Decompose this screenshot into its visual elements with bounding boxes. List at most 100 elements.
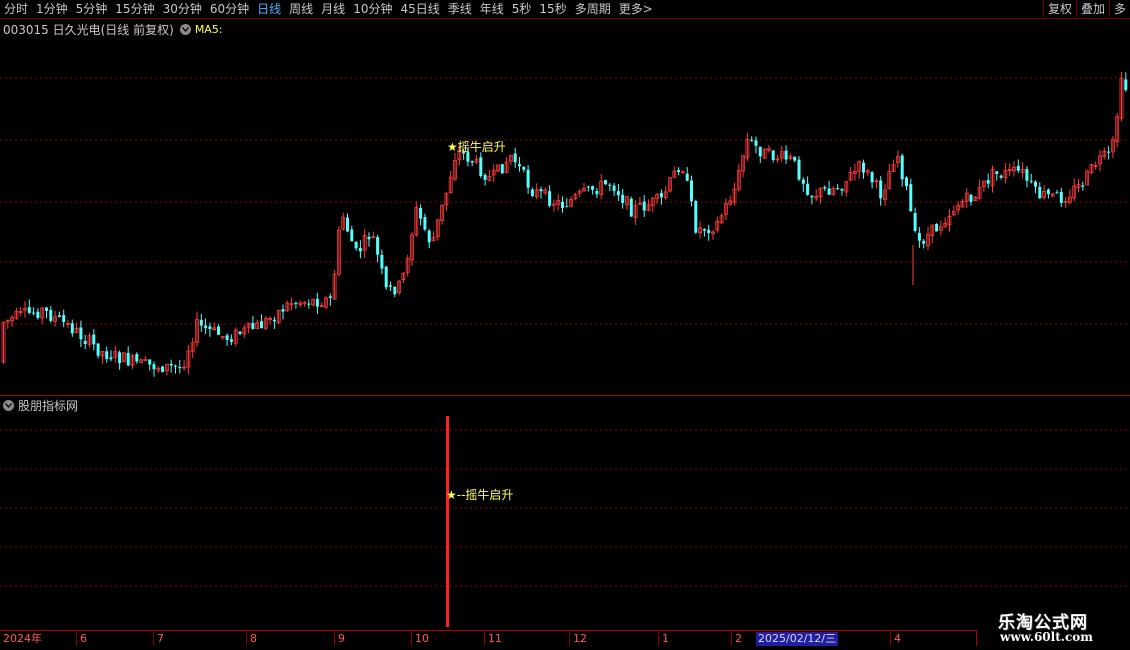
period-tab[interactable]: 多周期	[571, 0, 615, 19]
candle-body	[427, 230, 431, 243]
candle-body	[294, 302, 298, 304]
period-tab[interactable]: 15秒	[535, 0, 570, 19]
candle-body	[49, 309, 53, 321]
candle-body	[328, 296, 332, 298]
indicator-title: 股朋指标网	[18, 398, 79, 413]
candle-body	[92, 334, 96, 345]
main-signal-label: ★摇牛启升	[447, 139, 506, 154]
candle-body	[797, 159, 801, 180]
candle-body	[57, 315, 61, 317]
candle-body	[389, 285, 392, 287]
chevron-down-icon[interactable]	[3, 399, 14, 411]
period-tab[interactable]: 45日线	[396, 0, 443, 19]
candle-body	[32, 312, 36, 314]
candle-body	[161, 366, 165, 372]
candle-body	[36, 311, 40, 318]
panel-divider[interactable]	[0, 395, 1130, 396]
candle-body	[806, 183, 810, 195]
period-tab[interactable]: 30分钟	[159, 0, 206, 19]
candle-body	[70, 323, 74, 334]
candle-body	[862, 162, 865, 173]
period-tab[interactable]: 日线	[253, 0, 285, 19]
candle-body	[999, 175, 1003, 178]
candle-body	[118, 352, 122, 364]
period-tab[interactable]: 年线	[476, 0, 508, 19]
candle-body	[616, 191, 620, 196]
period-tab[interactable]: 60分钟	[206, 0, 253, 19]
toolbar-button[interactable]: 叠加	[1075, 0, 1109, 19]
candle-body	[870, 172, 874, 183]
axis-label-month: 9	[334, 632, 345, 646]
period-tab[interactable]: 1分钟	[32, 0, 72, 19]
candle-body	[522, 167, 526, 170]
candle-body	[174, 365, 177, 367]
candle-body	[530, 189, 534, 196]
candle-body	[281, 309, 285, 312]
main-grid	[0, 77, 1130, 325]
candlestick-chart[interactable]: ★摇牛启升	[0, 40, 1130, 395]
candle-body	[707, 229, 711, 233]
site-watermark-logo: 乐淘公式网 www.60lt.com	[980, 605, 1130, 650]
candle-body	[1025, 169, 1029, 181]
candle-body	[169, 363, 173, 366]
candle-body	[1046, 189, 1050, 195]
candle-body	[315, 298, 319, 307]
candle-body	[423, 217, 427, 230]
period-tab[interactable]: 15分钟	[111, 0, 158, 19]
candle-body	[754, 140, 758, 146]
candle-body	[969, 194, 973, 202]
candle-body	[840, 189, 844, 191]
period-tab[interactable]: 分时	[0, 0, 32, 19]
candle-body	[148, 359, 152, 365]
candle-body	[1038, 186, 1042, 199]
candle-body	[702, 229, 706, 231]
chevron-down-icon[interactable]	[179, 23, 191, 35]
candle-body	[350, 229, 354, 242]
period-tab[interactable]: 10分钟	[349, 0, 396, 19]
candle-body	[771, 150, 775, 160]
candle-body	[518, 164, 521, 167]
candle-body	[307, 303, 311, 305]
candle-body	[591, 186, 595, 190]
candle-body	[836, 188, 840, 190]
period-tab[interactable]: 5分钟	[72, 0, 112, 19]
candle-body	[793, 156, 797, 161]
candle-body	[1016, 165, 1020, 171]
indicator-chart[interactable]: ★--摇牛启升	[0, 413, 1130, 630]
candle-body	[913, 212, 917, 231]
candle-body	[217, 326, 220, 335]
candle-body	[677, 170, 681, 173]
candle-body	[126, 352, 130, 366]
axis-label-month: 8	[246, 632, 257, 646]
candle-body	[419, 207, 423, 219]
candle-body	[251, 323, 255, 329]
candle-body	[109, 357, 113, 360]
candle-body	[204, 325, 208, 329]
candle-body	[823, 187, 827, 189]
candle-body	[83, 340, 87, 345]
candle-body	[690, 180, 693, 202]
candle-body	[1055, 192, 1059, 194]
toolbar-button[interactable]: 多	[1108, 0, 1130, 19]
cursor-date-highlight: 2025/02/12/三	[756, 632, 839, 646]
period-tab[interactable]: 更多>	[615, 0, 657, 19]
candle-body	[827, 188, 831, 195]
period-tab[interactable]: 5秒	[508, 0, 536, 19]
candle-body	[27, 307, 31, 313]
candle-body	[548, 191, 552, 206]
candle-body	[238, 331, 242, 334]
candle-body	[995, 171, 999, 174]
candle-body	[586, 186, 590, 188]
candle-body	[642, 201, 646, 211]
candle-body	[604, 180, 607, 185]
candle-body	[346, 217, 349, 232]
period-tab[interactable]: 季线	[444, 0, 476, 19]
candle-body	[608, 184, 612, 186]
chart-header: 003015 日久光电(日线 前复权) MA5:	[0, 20, 223, 38]
candle-body	[1059, 191, 1063, 203]
candle-body	[1081, 185, 1085, 187]
period-tab[interactable]: 周线	[285, 0, 317, 19]
candle-body	[1029, 180, 1033, 182]
toolbar-button[interactable]: 复权	[1042, 0, 1076, 19]
period-tab[interactable]: 月线	[317, 0, 349, 19]
